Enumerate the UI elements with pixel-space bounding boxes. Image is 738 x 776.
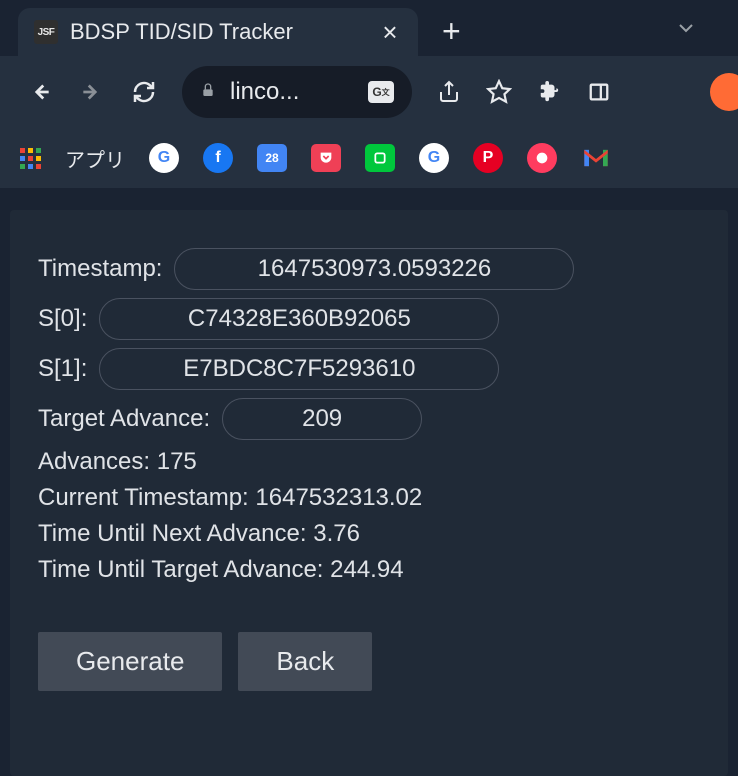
star-icon[interactable] (478, 71, 520, 113)
timestamp-label: Timestamp: (38, 255, 162, 283)
generate-button[interactable]: Generate (38, 632, 222, 691)
button-row: Generate Back (38, 632, 700, 691)
target-advance-label: Target Advance: (38, 405, 210, 433)
bookmark-app-green[interactable] (365, 144, 395, 172)
s0-input[interactable]: C74328E360B92065 (99, 298, 499, 340)
s0-label: S[0]: (38, 305, 87, 333)
advances-row: Advances: 175 (38, 448, 700, 476)
lock-icon (200, 82, 216, 103)
timestamp-input[interactable]: 1647530973.0593226 (174, 248, 574, 290)
time-target-label: Time Until Target Advance: (38, 556, 330, 583)
back-button[interactable] (18, 70, 62, 114)
browser-toolbar: linco... G文 (0, 56, 738, 128)
reload-button[interactable] (122, 70, 166, 114)
tab-favicon: JSF (34, 20, 58, 44)
browser-tab[interactable]: JSF BDSP TID/SID Tracker × (18, 8, 418, 56)
chevron-down-icon[interactable] (674, 16, 698, 45)
tab-title: BDSP TID/SID Tracker (70, 19, 366, 45)
back-button-app[interactable]: Back (238, 632, 372, 691)
apps-label[interactable]: アプリ (65, 144, 125, 173)
bookmark-pocket[interactable] (311, 144, 341, 172)
s1-label: S[1]: (38, 355, 87, 383)
translate-icon[interactable]: G文 (368, 81, 394, 103)
bookmark-calendar[interactable]: 28 (257, 144, 287, 172)
forward-button[interactable] (70, 70, 114, 114)
url-text: linco... (230, 78, 354, 106)
apps-icon[interactable] (20, 148, 41, 169)
advances-label: Advances: (38, 448, 157, 475)
browser-chrome: JSF BDSP TID/SID Tracker × + linco... G文 (0, 0, 738, 220)
current-timestamp-row: Current Timestamp: 1647532313.02 (38, 484, 700, 512)
profile-avatar[interactable] (710, 73, 738, 111)
target-advance-input[interactable]: 209 (222, 398, 422, 440)
current-timestamp-label: Current Timestamp: (38, 484, 255, 511)
bookmark-google[interactable]: G (149, 143, 179, 173)
bookmark-facebook[interactable]: f (203, 143, 233, 173)
time-next-label: Time Until Next Advance: (38, 520, 313, 547)
time-next-value: 3.76 (313, 520, 360, 547)
current-timestamp-value: 1647532313.02 (255, 484, 422, 511)
tracker-page: Timestamp: 1647530973.0593226 S[0]: C743… (10, 210, 728, 776)
sidepanel-icon[interactable] (578, 71, 620, 113)
time-target-value: 244.94 (330, 556, 403, 583)
bookmark-google-2[interactable]: G (419, 143, 449, 173)
s1-input[interactable]: E7BDC8C7F5293610 (99, 348, 499, 390)
tab-bar: JSF BDSP TID/SID Tracker × + (0, 0, 738, 56)
time-next-row: Time Until Next Advance: 3.76 (38, 520, 700, 548)
share-icon[interactable] (428, 71, 470, 113)
address-bar[interactable]: linco... G文 (182, 66, 412, 118)
close-icon[interactable]: × (378, 17, 402, 48)
extensions-icon[interactable] (528, 71, 570, 113)
advances-value: 175 (157, 448, 197, 475)
bookmark-app-red[interactable] (527, 143, 557, 173)
bookmark-pinterest[interactable]: P (473, 143, 503, 173)
bookmarks-bar: アプリ G f 28 G P (0, 128, 738, 188)
time-target-row: Time Until Target Advance: 244.94 (38, 556, 700, 584)
bookmark-gmail[interactable] (581, 143, 611, 173)
new-tab-button[interactable]: + (442, 13, 461, 50)
